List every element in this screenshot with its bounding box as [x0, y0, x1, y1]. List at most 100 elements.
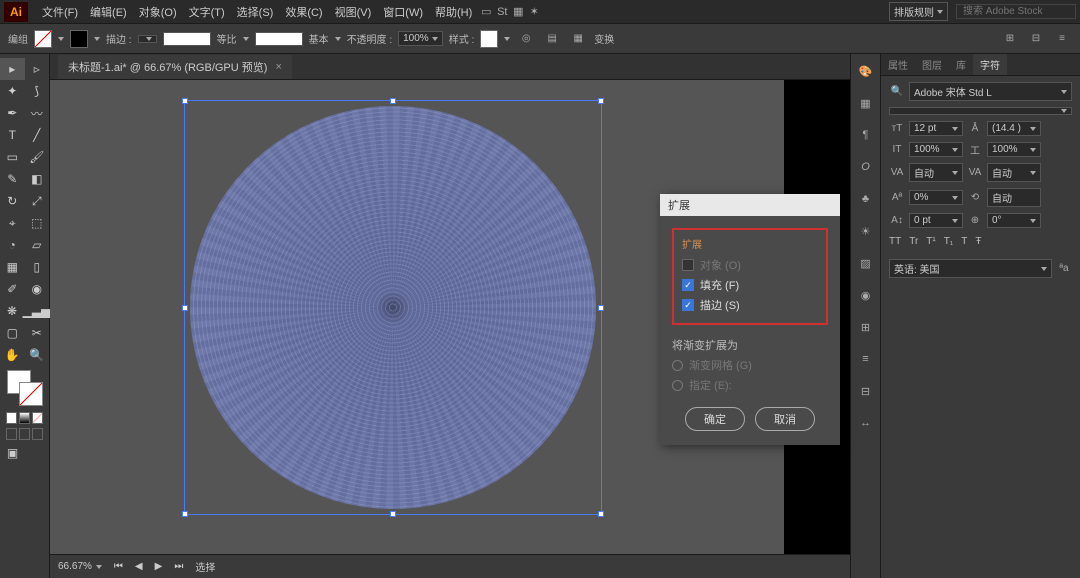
- transparency-panel-icon[interactable]: ▨: [857, 254, 875, 272]
- handle-mid-right[interactable]: [598, 305, 604, 311]
- opacity-input[interactable]: 100%: [398, 31, 443, 46]
- recolor-icon[interactable]: ◎: [516, 29, 536, 49]
- symbol-sprayer-tool[interactable]: ❋: [0, 300, 24, 322]
- underline-button[interactable]: T: [961, 236, 967, 247]
- handle-top-mid[interactable]: [390, 98, 396, 104]
- language-input[interactable]: 英语: 美国: [889, 259, 1052, 278]
- rotate-tool[interactable]: ↻: [0, 190, 25, 212]
- graph-tool[interactable]: ▁▃▅: [24, 300, 49, 322]
- baseline-input[interactable]: 0%: [909, 190, 963, 205]
- expand-fill-row[interactable]: ✓填充 (F): [682, 277, 818, 293]
- draw-normal[interactable]: [6, 428, 17, 440]
- color-panel-icon[interactable]: 🎨: [857, 62, 875, 80]
- stock-search-input[interactable]: [956, 4, 1076, 19]
- checkbox-fill[interactable]: ✓: [682, 279, 694, 291]
- artboard-tool[interactable]: ▢: [0, 322, 25, 344]
- shape-icon[interactable]: ▦: [568, 29, 588, 49]
- scale-tool[interactable]: ⤢: [25, 190, 50, 212]
- tab-layers[interactable]: 图层: [915, 54, 949, 75]
- stroke-panel-icon[interactable]: ♣: [857, 190, 875, 208]
- gradient-panel-icon[interactable]: ☀: [857, 222, 875, 240]
- font-search-icon[interactable]: 🔍: [889, 86, 905, 97]
- selection-tool[interactable]: ▸: [0, 58, 25, 80]
- eraser-tool[interactable]: ◧: [25, 168, 50, 190]
- shaper-tool[interactable]: ✎: [0, 168, 25, 190]
- kerning-input[interactable]: 自动: [909, 163, 963, 182]
- ok-button[interactable]: 确定: [685, 407, 745, 431]
- stroke-weight-input[interactable]: [138, 35, 157, 43]
- mesh-tool[interactable]: ▦: [0, 256, 25, 278]
- slice-tool[interactable]: ✂: [25, 322, 50, 344]
- asset-panel-icon[interactable]: ⊟: [857, 382, 875, 400]
- gpu-icon[interactable]: ✶: [526, 4, 542, 20]
- stock-icon[interactable]: St: [494, 4, 510, 20]
- handle-bottom-mid[interactable]: [390, 511, 396, 517]
- strikethrough-button[interactable]: Ŧ: [975, 236, 981, 247]
- stroke-menu-arrow[interactable]: [94, 37, 100, 41]
- vscale-input[interactable]: 100%: [987, 142, 1041, 157]
- rotation-input[interactable]: 0°: [987, 213, 1041, 228]
- hand-tool[interactable]: ✋: [0, 344, 25, 366]
- nav-last-icon[interactable]: ⏭: [174, 561, 183, 572]
- handle-top-left[interactable]: [182, 98, 188, 104]
- bridge-icon[interactable]: ▭: [478, 4, 494, 20]
- graphic-styles-panel-icon[interactable]: ⊞: [857, 318, 875, 336]
- draw-behind[interactable]: [19, 428, 30, 440]
- style-swatch[interactable]: [480, 30, 498, 48]
- blend-tool[interactable]: ◉: [25, 278, 50, 300]
- menu-edit[interactable]: 编辑(E): [84, 4, 133, 20]
- brush-tool[interactable]: 🖌: [25, 146, 50, 168]
- small-caps-button[interactable]: Tr: [909, 236, 918, 247]
- line-tool[interactable]: ╱: [25, 124, 50, 146]
- expand-stroke-row[interactable]: ✓描边 (S): [682, 297, 818, 313]
- isolate-icon[interactable]: ⊞: [1000, 29, 1020, 49]
- perspective-tool[interactable]: ▱: [25, 234, 50, 256]
- document-tab[interactable]: 未标题-1.ai* @ 66.67% (RGB/GPU 预览) ×: [58, 55, 292, 79]
- curvature-tool[interactable]: 〰: [25, 102, 50, 124]
- color-mode[interactable]: [6, 412, 17, 424]
- subscript-button[interactable]: T₁: [944, 236, 953, 247]
- brushes-panel-icon[interactable]: ¶: [857, 126, 875, 144]
- edit-icon[interactable]: ⊟: [1026, 29, 1046, 49]
- gradient-tool[interactable]: ▯: [25, 256, 50, 278]
- stroke-swatch[interactable]: [70, 30, 88, 48]
- layers-panel-icon[interactable]: ≡: [857, 350, 875, 368]
- handle-bottom-right[interactable]: [598, 511, 604, 517]
- type-tool[interactable]: T: [0, 124, 25, 146]
- nav-next-icon[interactable]: ▶: [155, 561, 163, 572]
- workspace-switcher[interactable]: 排版规则: [889, 2, 948, 21]
- align-icon[interactable]: ▤: [542, 29, 562, 49]
- superscript-button[interactable]: T¹: [926, 236, 935, 247]
- font-style-input[interactable]: [889, 107, 1072, 115]
- direct-selection-tool[interactable]: ▹: [25, 58, 50, 80]
- transform-label[interactable]: 变换: [594, 31, 614, 46]
- tab-properties[interactable]: 属性: [881, 54, 915, 75]
- free-transform-tool[interactable]: ⬚: [25, 212, 50, 234]
- panel-menu-icon[interactable]: ≡: [1052, 29, 1072, 49]
- hscale-input[interactable]: 100%: [909, 142, 963, 157]
- handle-mid-left[interactable]: [182, 305, 188, 311]
- width-tool[interactable]: ⌖: [0, 212, 25, 234]
- checkbox-stroke[interactable]: ✓: [682, 299, 694, 311]
- menu-effect[interactable]: 效果(C): [279, 4, 328, 20]
- none-mode[interactable]: [32, 412, 43, 424]
- lasso-tool[interactable]: ⟆: [25, 80, 50, 102]
- fill-menu-arrow[interactable]: [58, 37, 64, 41]
- pen-tool[interactable]: ✒: [0, 102, 25, 124]
- char-rotate-input[interactable]: 自动: [987, 188, 1041, 207]
- shape-builder-tool[interactable]: ◔: [0, 234, 25, 256]
- menu-window[interactable]: 窗口(W): [377, 4, 429, 20]
- handle-bottom-left[interactable]: [182, 511, 188, 517]
- nav-first-icon[interactable]: ⏮: [114, 561, 123, 572]
- fill-swatch[interactable]: [34, 30, 52, 48]
- menu-object[interactable]: 对象(O): [133, 4, 183, 20]
- tab-libraries[interactable]: 库: [949, 54, 973, 75]
- menu-select[interactable]: 选择(S): [231, 4, 280, 20]
- tracking-input[interactable]: 自动: [987, 163, 1041, 182]
- close-tab-icon[interactable]: ×: [275, 61, 281, 73]
- shift-input[interactable]: 0 pt: [909, 213, 963, 228]
- gradient-mode[interactable]: [19, 412, 30, 424]
- artboards-panel-icon[interactable]: ↔: [857, 414, 875, 432]
- rectangle-tool[interactable]: ▭: [0, 146, 25, 168]
- font-family-input[interactable]: Adobe 宋体 Std L: [909, 82, 1072, 101]
